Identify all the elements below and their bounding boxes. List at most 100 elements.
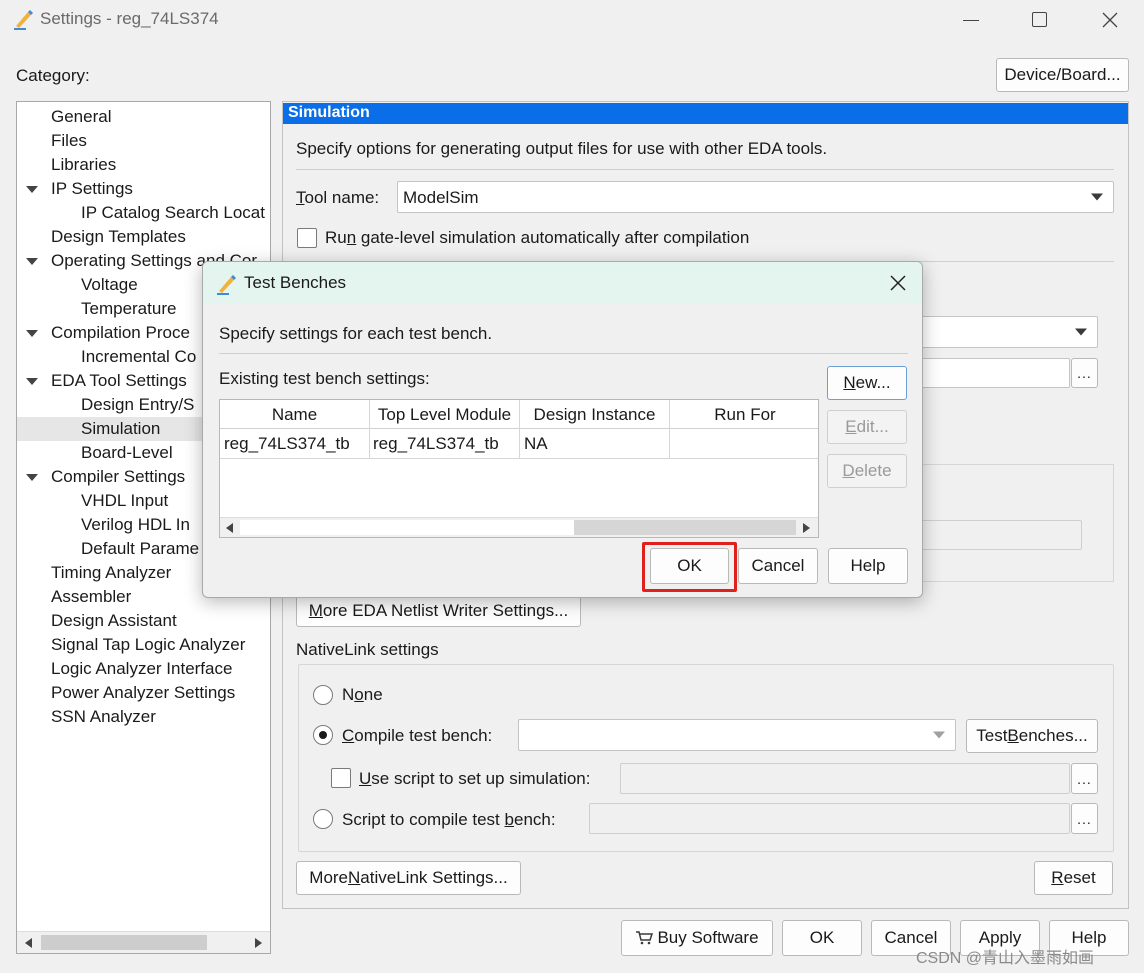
new-button[interactable]: New... — [827, 366, 907, 400]
tree-item[interactable]: Design Assistant — [51, 609, 177, 633]
scroll-right-icon[interactable] — [803, 523, 810, 533]
dialog-cancel-button[interactable]: Cancel — [738, 548, 818, 584]
tool-name-label: Tool name: — [296, 188, 380, 207]
chevron-down-icon — [1075, 328, 1087, 336]
tree-item[interactable]: Libraries — [51, 153, 116, 177]
obscured-disabled-input[interactable] — [920, 520, 1082, 550]
none-label: None — [342, 685, 383, 704]
tree-expand-chevron-down-icon[interactable] — [26, 378, 38, 385]
tool-name-select[interactable]: ModelSim — [397, 181, 1114, 213]
none-radio[interactable] — [313, 685, 333, 705]
test-benches-button[interactable]: Test Benches... — [966, 719, 1098, 753]
tree-horizontal-scrollbar[interactable] — [17, 931, 270, 953]
dialog-ok-button[interactable]: OK — [650, 548, 729, 584]
tree-item[interactable]: Verilog HDL In — [81, 513, 190, 537]
tree-item[interactable]: Simulation — [81, 417, 160, 441]
tree-item[interactable]: Board-Level — [81, 441, 173, 465]
more-nativelink-button[interactable]: More NativeLink Settings... — [296, 861, 521, 895]
tree-item[interactable]: EDA Tool Settings — [51, 369, 187, 393]
run-gate-level-checkbox[interactable] — [297, 228, 317, 248]
table-horizontal-scrollbar[interactable] — [220, 517, 818, 537]
use-script-input[interactable] — [620, 763, 1070, 794]
tree-item[interactable]: IP Settings — [51, 177, 133, 201]
more-eda-netlist-button[interactable]: More EDA Netlist Writer Settings... — [296, 594, 581, 627]
simulation-header-text: Simulation — [288, 104, 370, 121]
use-script-browse-button[interactable]: ... — [1071, 763, 1098, 794]
tree-item[interactable]: Signal Tap Logic Analyzer — [51, 633, 245, 657]
existing-label: Existing test bench settings: — [219, 369, 430, 388]
scroll-right-icon[interactable] — [255, 938, 262, 948]
tree-item[interactable]: Compilation Proce — [51, 321, 190, 345]
tree-expand-chevron-down-icon[interactable] — [26, 330, 38, 337]
script-compile-browse-button[interactable]: ... — [1071, 803, 1098, 834]
dialog-close-button[interactable] — [886, 272, 910, 294]
close-icon — [890, 275, 906, 291]
tree-expand-chevron-down-icon[interactable] — [26, 258, 38, 265]
tree-item[interactable]: Logic Analyzer Interface — [51, 657, 232, 681]
compile-test-bench-select[interactable] — [518, 719, 956, 751]
tree-item[interactable]: Power Analyzer Settings — [51, 681, 235, 705]
obscured-browse-button[interactable]: ... — [1071, 358, 1098, 388]
tree-item[interactable]: Temperature — [81, 297, 176, 321]
column-header-name[interactable]: Name — [220, 400, 370, 429]
tree-item[interactable]: Compiler Settings — [51, 465, 185, 489]
tree-item[interactable]: Default Parame — [81, 537, 199, 561]
tree-item[interactable]: General — [51, 105, 111, 129]
divider — [296, 169, 1114, 170]
tree-item[interactable]: VHDL Input — [81, 489, 168, 513]
test-bench-table[interactable]: Name Top Level Module Design Instance Ru… — [219, 399, 819, 538]
simulation-header: Simulation — [283, 103, 1128, 124]
obscured-input[interactable] — [920, 358, 1070, 388]
table-cell: reg_74LS374_tb — [220, 429, 370, 459]
scroll-thumb[interactable] — [574, 520, 796, 535]
compile-test-bench-radio[interactable] — [313, 725, 333, 745]
edit-button[interactable]: Edit... — [827, 410, 907, 444]
dialog-title-bar: Test Benches — [203, 262, 922, 304]
tree-expand-chevron-down-icon[interactable] — [26, 474, 38, 481]
table-cell — [670, 429, 818, 459]
reset-button[interactable]: Reset — [1034, 861, 1113, 895]
footer-ok-button[interactable]: OK — [782, 920, 862, 956]
app-icon — [14, 10, 33, 30]
use-script-checkbox[interactable] — [331, 768, 351, 788]
buy-software-button[interactable]: Buy Software — [621, 920, 773, 956]
nativelink-label: NativeLink settings — [296, 640, 439, 659]
dialog-divider — [219, 353, 908, 354]
buy-software-label: Buy Software — [657, 928, 759, 947]
tree-item[interactable]: SSN Analyzer — [51, 705, 156, 729]
tree-item[interactable]: Design Templates — [51, 225, 186, 249]
script-compile-radio[interactable] — [313, 809, 333, 829]
tree-item[interactable]: IP Catalog Search Locat — [81, 201, 265, 225]
tree-item[interactable]: Files — [51, 129, 87, 153]
tree-item[interactable]: Voltage — [81, 273, 138, 297]
simulation-description: Specify options for generating output fi… — [296, 139, 828, 158]
scroll-track[interactable] — [240, 520, 574, 535]
column-header-top-level-module[interactable]: Top Level Module — [370, 400, 520, 429]
maximize-icon — [1032, 12, 1047, 27]
maximize-button[interactable] — [1027, 8, 1053, 32]
close-button[interactable] — [1097, 8, 1123, 32]
column-header-design-instance[interactable]: Design Instance — [520, 400, 670, 429]
table-cell: reg_74LS374_tb — [370, 429, 520, 459]
tree-item[interactable]: Assembler — [51, 585, 131, 609]
scroll-left-icon[interactable] — [226, 523, 233, 533]
tree-expand-chevron-down-icon[interactable] — [26, 186, 38, 193]
obscured-select[interactable] — [920, 316, 1098, 348]
tree-item[interactable]: Design Entry/S — [81, 393, 194, 417]
scroll-thumb[interactable] — [41, 935, 207, 950]
tree-item[interactable]: Incremental Co — [81, 345, 196, 369]
table-row[interactable]: reg_74LS374_tb reg_74LS374_tb NA — [220, 429, 818, 459]
device-board-button[interactable]: Device/Board... — [996, 58, 1129, 92]
dialog-help-button[interactable]: Help — [828, 548, 908, 584]
dialog-description: Specify settings for each test bench. — [219, 324, 493, 343]
script-compile-input[interactable] — [589, 803, 1070, 834]
minimize-button[interactable] — [958, 8, 984, 32]
dialog-title: Test Benches — [244, 273, 347, 292]
script-compile-label: Script to compile test bench: — [342, 810, 556, 829]
compile-test-bench-label: Compile test bench: — [342, 726, 493, 745]
delete-button[interactable]: Delete — [827, 454, 907, 488]
scroll-left-icon[interactable] — [25, 938, 32, 948]
column-header-run-for[interactable]: Run For — [670, 400, 818, 429]
test-benches-dialog: Test Benches Specify settings for each t… — [202, 261, 923, 598]
tree-item[interactable]: Timing Analyzer — [51, 561, 171, 585]
